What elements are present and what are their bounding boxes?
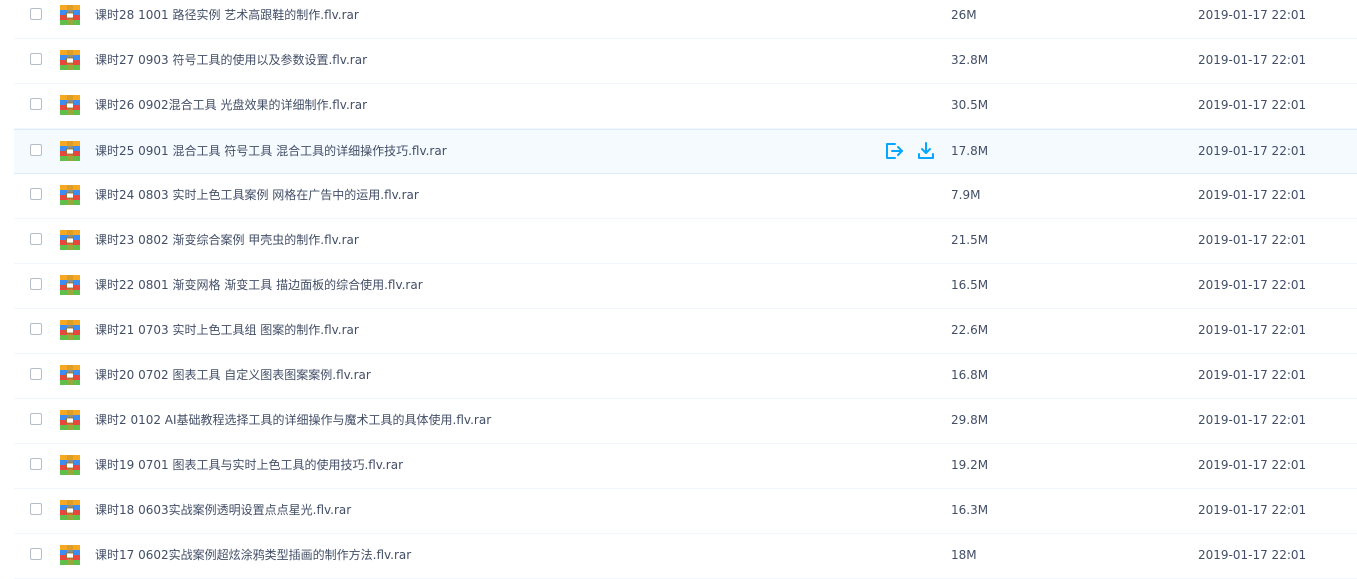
file-name[interactable]: 课时25 0901 混合工具 符号工具 混合工具的详细操作技巧.flv.rar [95, 130, 447, 173]
file-size: 18M [951, 548, 977, 562]
download-icon[interactable] [917, 142, 939, 162]
file-name[interactable]: 课时20 0702 图表工具 自定义图表图案案例.flv.rar [95, 354, 371, 397]
file-row[interactable]: 课时25 0901 混合工具 符号工具 混合工具的详细操作技巧.flv.rar 1… [14, 129, 1357, 174]
file-name[interactable]: 课时2 0102 AI基础教程选择工具的详细操作与魔术工具的具体使用.flv.r… [95, 399, 491, 442]
file-modified-time: 2019-01-17 22:01 [1198, 144, 1307, 158]
file-size: 16.5M [951, 278, 989, 292]
file-modified-time: 2019-01-17 22:01 [1198, 278, 1307, 292]
file-name[interactable]: 课时17 0602实战案例超炫涂鸦类型插画的制作方法.flv.rar [95, 534, 411, 577]
row-checkbox[interactable] [30, 188, 42, 200]
row-checkbox[interactable] [30, 413, 42, 425]
file-row[interactable]: 课时22 0801 渐变网格 渐变工具 描边面板的综合使用.flv.rar 16.… [14, 264, 1357, 309]
file-modified-time: 2019-01-17 22:01 [1198, 8, 1307, 22]
file-name[interactable]: 课时27 0903 符号工具的使用以及参数设置.flv.rar [95, 39, 367, 82]
file-row[interactable]: 课时2 0102 AI基础教程选择工具的详细操作与魔术工具的具体使用.flv.r… [14, 399, 1357, 444]
rar-archive-icon [60, 141, 80, 161]
rar-archive-icon [60, 50, 80, 70]
file-modified-time: 2019-01-17 22:01 [1198, 503, 1307, 517]
row-checkbox[interactable] [30, 548, 42, 560]
rar-archive-icon [60, 275, 80, 295]
file-row[interactable]: 课时24 0803 实时上色工具案例 网格在广告中的运用.flv.rar 7.9M… [14, 174, 1357, 219]
row-checkbox[interactable] [30, 458, 42, 470]
rar-archive-icon [60, 320, 80, 340]
row-checkbox[interactable] [30, 98, 42, 110]
row-checkbox[interactable] [30, 144, 42, 156]
file-size: 16.3M [951, 503, 989, 517]
file-size: 26M [951, 8, 977, 22]
file-row[interactable]: 课时27 0903 符号工具的使用以及参数设置.flv.rar 32.8M 2019… [14, 39, 1357, 84]
file-name[interactable]: 课时18 0603实战案例透明设置点点星光.flv.rar [95, 489, 351, 532]
file-row[interactable]: 课时26 0902混合工具 光盘效果的详细制作.flv.rar 30.5M 2019… [14, 84, 1357, 129]
row-checkbox[interactable] [30, 278, 42, 290]
file-modified-time: 2019-01-17 22:01 [1198, 188, 1307, 202]
rar-archive-icon [60, 5, 80, 25]
row-checkbox[interactable] [30, 323, 42, 335]
file-modified-time: 2019-01-17 22:01 [1198, 233, 1307, 247]
rar-archive-icon [60, 455, 80, 475]
file-modified-time: 2019-01-17 22:01 [1198, 323, 1307, 337]
file-modified-time: 2019-01-17 22:01 [1198, 368, 1307, 382]
file-row[interactable]: 课时17 0602实战案例超炫涂鸦类型插画的制作方法.flv.rar 18M 201… [14, 534, 1357, 579]
rar-archive-icon [60, 500, 80, 520]
share-icon[interactable] [884, 142, 906, 162]
rar-archive-icon [60, 365, 80, 385]
rar-archive-icon [60, 185, 80, 205]
file-name[interactable]: 课时22 0801 渐变网格 渐变工具 描边面板的综合使用.flv.rar [95, 264, 423, 307]
file-size: 7.9M [951, 188, 981, 202]
file-size: 17.8M [951, 144, 989, 158]
file-size: 29.8M [951, 413, 989, 427]
file-size: 16.8M [951, 368, 989, 382]
row-checkbox[interactable] [30, 53, 42, 65]
file-list: 课时28 1001 路径实例 艺术高跟鞋的制作.flv.rar 26M 2019-0… [0, 0, 1357, 579]
row-checkbox[interactable] [30, 368, 42, 380]
file-row[interactable]: 课时23 0802 渐变综合案例 甲壳虫的制作.flv.rar 21.5M 2019… [14, 219, 1357, 264]
file-size: 22.6M [951, 323, 989, 337]
file-row[interactable]: 课时20 0702 图表工具 自定义图表图案案例.flv.rar 16.8M 201… [14, 354, 1357, 399]
file-size: 21.5M [951, 233, 989, 247]
row-checkbox[interactable] [30, 8, 42, 20]
file-row[interactable]: 课时19 0701 图表工具与实时上色工具的使用技巧.flv.rar 19.2M 2… [14, 444, 1357, 489]
file-row[interactable]: 课时28 1001 路径实例 艺术高跟鞋的制作.flv.rar 26M 2019-0… [14, 0, 1357, 39]
file-modified-time: 2019-01-17 22:01 [1198, 548, 1307, 562]
file-modified-time: 2019-01-17 22:01 [1198, 413, 1307, 427]
file-name[interactable]: 课时28 1001 路径实例 艺术高跟鞋的制作.flv.rar [95, 0, 359, 37]
file-name[interactable]: 课时24 0803 实时上色工具案例 网格在广告中的运用.flv.rar [95, 174, 419, 217]
file-name[interactable]: 课时19 0701 图表工具与实时上色工具的使用技巧.flv.rar [95, 444, 403, 487]
file-size: 30.5M [951, 98, 989, 112]
rar-archive-icon [60, 410, 80, 430]
file-row[interactable]: 课时21 0703 实时上色工具组 图案的制作.flv.rar 22.6M 2019… [14, 309, 1357, 354]
rar-archive-icon [60, 230, 80, 250]
file-name[interactable]: 课时26 0902混合工具 光盘效果的详细制作.flv.rar [95, 84, 367, 127]
file-name[interactable]: 课时23 0802 渐变综合案例 甲壳虫的制作.flv.rar [95, 219, 359, 262]
file-size: 32.8M [951, 53, 989, 67]
rar-archive-icon [60, 545, 80, 565]
file-modified-time: 2019-01-17 22:01 [1198, 98, 1307, 112]
rar-archive-icon [60, 95, 80, 115]
file-modified-time: 2019-01-17 22:01 [1198, 458, 1307, 472]
file-modified-time: 2019-01-17 22:01 [1198, 53, 1307, 67]
file-name[interactable]: 课时21 0703 实时上色工具组 图案的制作.flv.rar [95, 309, 359, 352]
file-row[interactable]: 课时18 0603实战案例透明设置点点星光.flv.rar 16.3M 2019-0… [14, 489, 1357, 534]
row-checkbox[interactable] [30, 503, 42, 515]
file-size: 19.2M [951, 458, 989, 472]
row-checkbox[interactable] [30, 233, 42, 245]
